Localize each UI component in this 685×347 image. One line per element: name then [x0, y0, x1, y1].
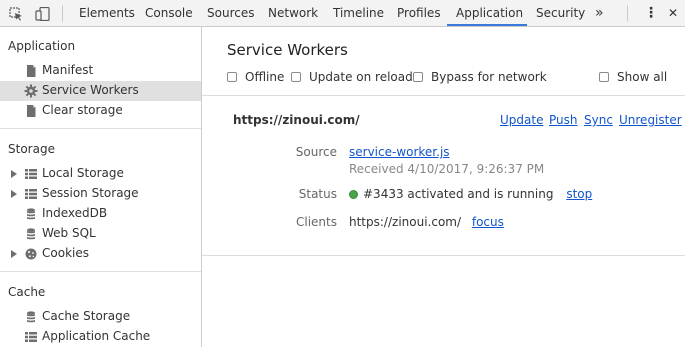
database-icon [24, 310, 38, 324]
expand-arrow-icon[interactable] [11, 190, 17, 198]
source-file-link[interactable]: service-worker.js [349, 145, 450, 159]
sidebar-item-session-storage[interactable]: Session Storage [0, 184, 201, 204]
tab-elements[interactable]: Elements [79, 0, 135, 26]
tab-network[interactable]: Network [268, 0, 318, 26]
document-icon [24, 64, 38, 78]
section-divider [0, 128, 201, 129]
section-title-storage: Storage [8, 142, 55, 156]
database-icon [24, 227, 38, 241]
database-icon [24, 207, 38, 221]
document-icon [24, 104, 38, 118]
client-url: https://zinoui.com/ [349, 215, 462, 229]
update-link[interactable]: Update [500, 113, 543, 127]
more-tabs-icon[interactable]: » [595, 0, 604, 26]
show-all-checkbox[interactable]: Show all [599, 70, 667, 84]
clients-value: https://zinoui.com/ focus [349, 215, 504, 229]
section-title-application: Application [8, 39, 76, 53]
stop-link[interactable]: stop [566, 187, 592, 201]
status-text: #3433 activated and is running [363, 187, 554, 201]
sidebar-item-label: Local Storage [42, 166, 124, 180]
tab-timeline[interactable]: Timeline [333, 0, 384, 26]
sidebar-item-label: Application Cache [42, 329, 151, 343]
section-title-cache: Cache [8, 285, 46, 299]
push-link[interactable]: Push [549, 113, 578, 127]
service-workers-panel: Service Workers Offline Update on reload… [202, 27, 685, 347]
sidebar-item-cache-storage[interactable]: Cache Storage [0, 307, 201, 327]
sidebar-item-clear-storage[interactable]: Clear storage [0, 101, 201, 121]
sidebar-item-service-workers[interactable]: Service Workers [0, 81, 201, 101]
close-icon[interactable]: ✕ [668, 0, 678, 26]
checkbox-box[interactable] [291, 72, 301, 82]
inspect-element-icon[interactable] [6, 0, 26, 27]
checkbox-box[interactable] [599, 72, 609, 82]
menu-kebab-icon[interactable]: ⋮ [644, 0, 658, 26]
sidebar-item-label: Web SQL [42, 226, 96, 240]
sidebar-item-cookies[interactable]: Cookies [0, 244, 201, 264]
tab-application[interactable]: Application [447, 0, 527, 26]
clients-label: Clients [296, 215, 337, 229]
toolbar-separator [62, 5, 63, 22]
offline-checkbox[interactable]: Offline [227, 70, 284, 84]
source-label: Source [295, 145, 337, 159]
tab-console[interactable]: Console [145, 0, 193, 26]
sidebar-item-label: Manifest [42, 63, 94, 77]
expand-arrow-icon[interactable] [11, 170, 17, 178]
sidebar-item-indexeddb[interactable]: IndexedDB [0, 204, 201, 224]
tab-profiles[interactable]: Profiles [397, 0, 441, 26]
checkbox-box[interactable] [413, 72, 423, 82]
received-timestamp: Received 4/10/2017, 9:26:37 PM [349, 162, 545, 176]
offline-label: Offline [245, 70, 285, 84]
bypass-for-network-checkbox[interactable]: Bypass for network [413, 70, 547, 84]
bypass-label: Bypass for network [431, 70, 547, 84]
sidebar-item-label: Cache Storage [42, 309, 131, 323]
status-dot-icon [349, 190, 358, 199]
page-title: Service Workers [227, 41, 348, 59]
section-divider [0, 271, 201, 272]
tab-security[interactable]: Security [536, 0, 585, 26]
sidebar-item-application-cache[interactable]: Application Cache [0, 327, 201, 347]
gear-icon [24, 84, 38, 98]
sidebar-item-web-sql[interactable]: Web SQL [0, 224, 201, 244]
section-divider [202, 255, 685, 256]
sidebar-item-label: Clear storage [42, 103, 123, 117]
grid-icon [24, 187, 38, 201]
status-label: Status [298, 187, 337, 201]
section-divider [202, 95, 685, 96]
update-on-reload-label: Update on reload [309, 70, 413, 84]
tab-sources[interactable]: Sources [207, 0, 254, 26]
toolbar-separator [627, 5, 628, 22]
grid-icon [24, 330, 38, 344]
sidebar-item-label: Service Workers [42, 83, 139, 97]
expand-arrow-icon[interactable] [11, 250, 17, 258]
sidebar-item-label: IndexedDB [42, 206, 108, 220]
origin-url: https://zinoui.com/ [233, 113, 360, 127]
sidebar-item-label: Cookies [42, 246, 89, 260]
sidebar-item-local-storage[interactable]: Local Storage [0, 164, 201, 184]
cookie-icon [24, 247, 38, 261]
sidebar-item-label: Session Storage [42, 186, 139, 200]
show-all-label: Show all [617, 70, 668, 84]
sidebar-item-manifest[interactable]: Manifest [0, 61, 201, 81]
status-value: #3433 activated and is running stop [349, 187, 592, 201]
sync-link[interactable]: Sync [584, 113, 613, 127]
checkbox-box[interactable] [227, 72, 237, 82]
grid-icon [24, 167, 38, 181]
device-toolbar-icon[interactable] [32, 0, 54, 27]
unregister-link[interactable]: Unregister [619, 113, 682, 127]
devtools-toolbar: Elements Console Sources Network Timelin… [0, 0, 685, 27]
sidebar: Application Manifest Service Workers Cle… [0, 27, 202, 347]
update-on-reload-checkbox[interactable]: Update on reload [291, 70, 413, 84]
focus-link[interactable]: focus [472, 215, 504, 229]
